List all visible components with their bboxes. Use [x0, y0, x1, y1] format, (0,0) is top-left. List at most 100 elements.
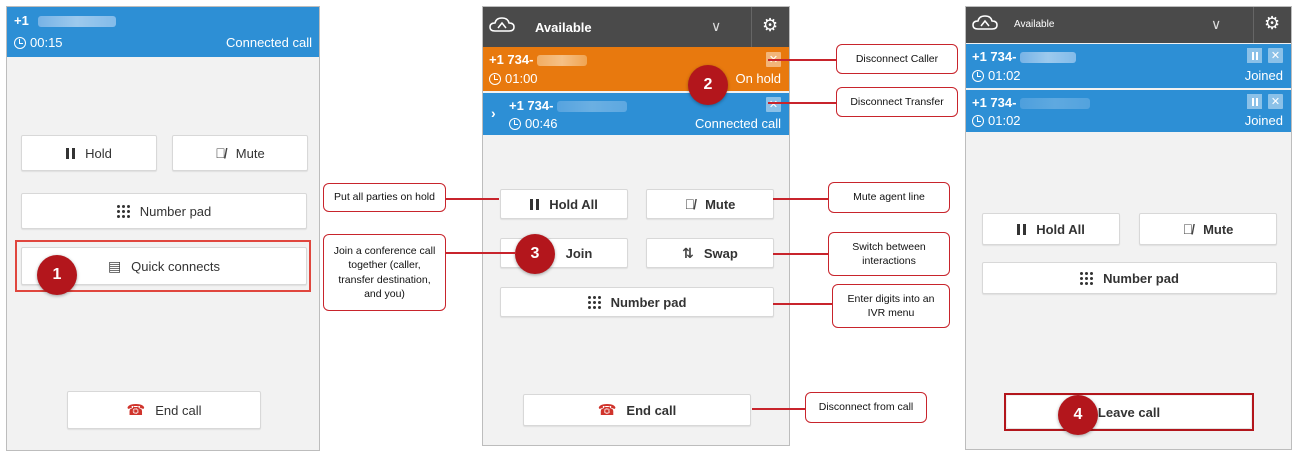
party-number: +1 734-	[972, 95, 1017, 110]
mute-button[interactable]: 🎙̸ Mute	[646, 189, 774, 219]
party-status: Joined	[1244, 68, 1283, 83]
disconnect-party-button[interactable]: ✕	[1268, 48, 1283, 63]
transfer-timer: 00:46	[525, 116, 558, 131]
party-status: Joined	[1244, 113, 1283, 128]
pause-icon	[1017, 223, 1027, 235]
caller-number: +1 734-	[489, 52, 534, 67]
mute-button[interactable]: 🎙̸ Mute	[172, 135, 308, 171]
end-call-button[interactable]: ☎ End call	[67, 391, 261, 429]
redacted-number	[557, 101, 628, 113]
step-badge-1: 1	[37, 255, 77, 295]
callout-enter-digits: Enter digits into an IVR menu	[832, 284, 950, 328]
call-timer: 00:15	[30, 35, 63, 50]
hold-button[interactable]: Hold	[21, 135, 157, 171]
mute-label: Mute	[235, 145, 265, 161]
redacted-number	[38, 16, 117, 28]
callout-disconnect-transfer: Disconnect Transfer	[836, 87, 958, 117]
dialpad-icon	[587, 295, 601, 309]
caller-on-hold-row[interactable]: +1 734- 01:00 On hold ✕	[483, 47, 789, 91]
connector-line	[768, 59, 836, 61]
transfer-status: Connected call	[695, 116, 781, 131]
microphone-muted-icon: 🎙̸	[215, 145, 226, 161]
step-badge-4: 4	[1058, 395, 1098, 435]
number-pad-button[interactable]: Number pad	[982, 262, 1277, 294]
connector-line	[752, 408, 805, 410]
quick-connects-label: Quick connects	[131, 258, 221, 274]
mute-label: Mute	[1203, 221, 1234, 237]
dialpad-icon	[1080, 271, 1094, 285]
gear-icon[interactable]: ⚙	[1264, 13, 1280, 34]
number-pad-label: Number pad	[610, 294, 687, 310]
dialpad-icon	[116, 204, 130, 218]
contact-book-icon: ▤	[107, 258, 122, 274]
transfer-connected-row[interactable]: › +1 734- 00:46 Connected call ✕	[483, 93, 789, 135]
clock-icon	[489, 72, 501, 85]
chevron-right-icon[interactable]: ›	[491, 105, 496, 121]
agent-status[interactable]: Available	[1014, 19, 1054, 30]
ccp-panel-connected: +1 00:15 Connected call Hold 🎙̸ Mute Num…	[6, 6, 320, 451]
leave-call-label: Leave call	[1097, 404, 1161, 420]
hold-all-button[interactable]: Hold All	[982, 213, 1120, 245]
number-pad-button[interactable]: Number pad	[500, 287, 774, 317]
end-call-button[interactable]: ☎ End call	[523, 394, 751, 426]
party-timer: 01:02	[988, 113, 1021, 128]
callout-disconnect-call: Disconnect from call	[805, 392, 927, 423]
pause-icon	[530, 198, 540, 210]
hang-up-icon: ☎	[597, 402, 617, 419]
end-call-label: End call	[155, 402, 202, 418]
cloud-logo-icon	[489, 17, 515, 32]
connector-line	[773, 303, 832, 305]
pause-icon	[66, 147, 76, 159]
disconnect-transfer-button[interactable]: ✕	[766, 97, 781, 112]
chevron-down-icon[interactable]: ∨	[1211, 16, 1221, 33]
party-timer: 01:02	[988, 68, 1021, 83]
caller-status: On hold	[735, 71, 781, 86]
disconnect-party-button[interactable]: ✕	[1268, 94, 1283, 109]
number-pad-button[interactable]: Number pad	[21, 193, 307, 229]
step-badge-3: 3	[515, 234, 555, 274]
redacted-number	[1020, 98, 1091, 110]
callout-mute-agent: Mute agent line	[828, 182, 950, 213]
hold-party-button[interactable]	[1247, 94, 1262, 109]
active-call-header[interactable]: +1 00:15 Connected call	[7, 7, 319, 57]
connector-line	[773, 198, 828, 200]
swap-button[interactable]: ⇅ Swap	[646, 238, 774, 268]
agent-status[interactable]: Available	[535, 20, 592, 35]
call-status: Connected call	[226, 35, 312, 50]
step-badge-2: 2	[688, 65, 728, 105]
transfer-number: +1 734-	[509, 98, 554, 113]
topbar-divider	[751, 7, 752, 47]
mute-button[interactable]: 🎙̸ Mute	[1139, 213, 1277, 245]
hold-party-button[interactable]	[1247, 48, 1262, 63]
connector-line	[768, 102, 836, 104]
redacted-number	[537, 55, 588, 67]
clock-icon	[972, 114, 984, 127]
hold-all-label: Hold All	[549, 196, 598, 212]
ccp-panel-joined: Available ∨ ⚙ +1 734- 01:02 Joined ✕ +1 …	[965, 6, 1292, 450]
gear-icon[interactable]: ⚙	[762, 15, 778, 36]
agent-status-bar: Available ∨ ⚙	[966, 7, 1291, 43]
caller-number: +1	[14, 13, 29, 28]
topbar-divider	[1253, 7, 1254, 43]
callout-join-conference: Join a conference call together (caller,…	[323, 234, 446, 311]
mute-label: Mute	[705, 196, 736, 212]
leave-call-button[interactable]: Leave call	[1007, 396, 1251, 428]
callout-put-on-hold: Put all parties on hold	[323, 183, 446, 212]
swap-label: Swap	[703, 245, 738, 261]
ccp-panel-transfer: Available ∨ ⚙ +1 734- 01:00 On hold ✕ › …	[482, 6, 790, 446]
caller-timer: 01:00	[505, 71, 538, 86]
number-pad-label: Number pad	[1103, 270, 1179, 286]
microphone-muted-icon: 🎙̸	[1182, 221, 1194, 237]
chevron-down-icon[interactable]: ∨	[711, 18, 721, 35]
callout-disconnect-caller: Disconnect Caller	[836, 44, 958, 74]
cloud-logo-icon	[972, 15, 998, 30]
connector-line	[446, 198, 499, 200]
joined-party-row-1[interactable]: +1 734- 01:02 Joined ✕	[966, 44, 1291, 88]
hang-up-icon: ☎	[126, 402, 146, 419]
number-pad-label: Number pad	[139, 203, 212, 219]
hold-all-button[interactable]: Hold All	[500, 189, 628, 219]
agent-status-bar: Available ∨ ⚙	[483, 7, 789, 47]
hold-label: Hold	[85, 145, 112, 161]
clock-icon	[972, 69, 984, 82]
joined-party-row-2[interactable]: +1 734- 01:02 Joined ✕	[966, 90, 1291, 132]
